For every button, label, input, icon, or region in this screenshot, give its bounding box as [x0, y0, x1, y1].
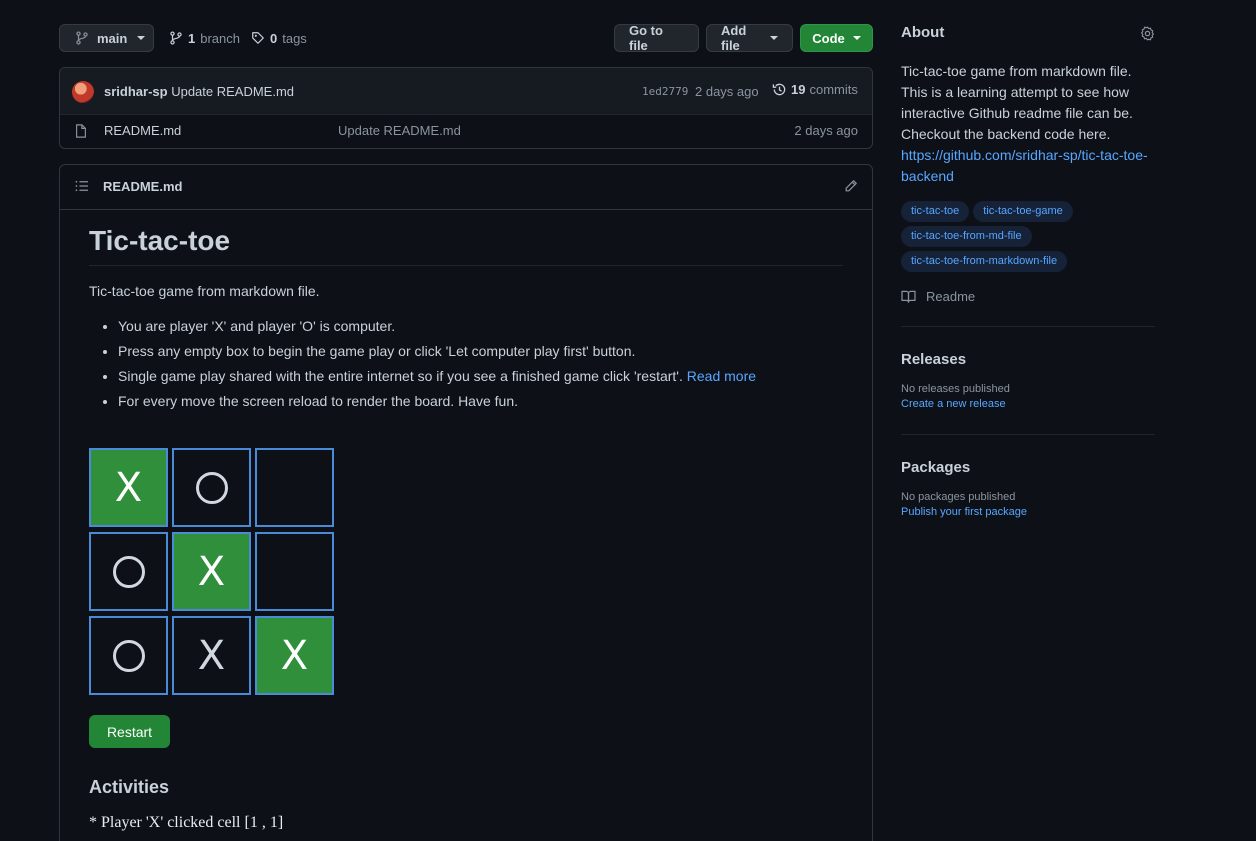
branches-count: 1	[188, 30, 196, 46]
readme-sidebar-label: Readme	[926, 289, 976, 304]
avatar[interactable]	[72, 81, 94, 103]
board-cell-0-1[interactable]	[172, 448, 251, 527]
instructions-list: You are player 'X' and player 'O' is com…	[89, 314, 843, 414]
commit-message: sridhar-sp Update README.md	[104, 84, 294, 99]
o-mark	[195, 471, 228, 504]
packages-title[interactable]: Packages	[901, 459, 1155, 476]
topic-tag[interactable]: tic-tac-toe	[901, 201, 970, 222]
git-branch-icon	[169, 31, 183, 45]
history-icon	[772, 82, 787, 97]
commit-author[interactable]: sridhar-sp	[104, 84, 168, 99]
readme-sidebar-link[interactable]: Readme	[901, 289, 1155, 304]
o-mark	[112, 555, 145, 588]
board-cell-0-2[interactable]	[255, 448, 334, 527]
about-description-text: Tic-tac-toe game from markdown file. Thi…	[901, 63, 1133, 142]
add-file-button[interactable]: Add file	[706, 23, 793, 53]
book-icon	[901, 290, 916, 303]
backend-link[interactable]: https://github.com/sridhar-sp/tic-tac-to…	[901, 145, 1155, 187]
chevron-down-icon	[852, 36, 861, 40]
commits-label: commits	[809, 82, 858, 97]
restart-button[interactable]: Restart	[89, 715, 170, 748]
read-more-link[interactable]: Read more	[687, 368, 756, 384]
board-cell-0-0[interactable]: X	[89, 448, 168, 527]
branch-name: main	[97, 30, 128, 46]
go-to-file-button[interactable]: Go to file	[614, 23, 699, 53]
commits-link[interactable]: 19 commits	[772, 82, 858, 97]
file-time: 2 days ago	[794, 123, 858, 138]
file-commit-message[interactable]: Update README.md	[338, 123, 461, 138]
commit-time: 2 days ago	[695, 84, 759, 99]
branches-label: branch	[200, 30, 240, 46]
list-item: Press any empty box to begin the game pl…	[118, 339, 843, 364]
tags-link[interactable]: 0 tags	[251, 24, 307, 52]
board-cell-1-0[interactable]	[89, 532, 168, 611]
board-cell-1-2[interactable]	[255, 532, 334, 611]
activity-item: * Player 'X' clicked cell [1 , 1]	[89, 814, 284, 831]
file-icon	[75, 124, 87, 138]
add-file-label: Add file	[721, 23, 747, 53]
commit-message-text[interactable]: Update README.md	[171, 84, 294, 99]
about-description: Tic-tac-toe game from markdown file. Thi…	[901, 61, 1155, 187]
repo-toolbar: main 1 branch 0 tags Go to file Add file…	[59, 23, 873, 53]
branches-link[interactable]: 1 branch	[169, 24, 240, 52]
list-icon[interactable]	[75, 180, 89, 192]
latest-commit-bar: sridhar-sp Update README.md 1ed2779 2 da…	[60, 68, 872, 115]
readme-filename[interactable]: README.md	[103, 179, 182, 194]
chevron-down-icon	[137, 36, 146, 40]
list-item: You are player 'X' and player 'O' is com…	[118, 314, 843, 339]
commit-hash[interactable]: 1ed2779	[642, 85, 688, 98]
tag-icon	[251, 31, 265, 45]
about-title: About	[901, 24, 945, 41]
readme-header: README.md	[60, 165, 872, 210]
commits-count: 19	[791, 82, 806, 97]
topic-tag[interactable]: tic-tac-toe-from-markdown-file	[901, 251, 1068, 272]
create-release-link[interactable]: Create a new release	[901, 398, 1155, 410]
releases-empty-text: No releases published	[901, 383, 1010, 395]
gear-icon[interactable]	[1140, 26, 1155, 41]
packages-section: Packages No packages published Publish y…	[901, 435, 1155, 542]
board-cell-1-1[interactable]: X	[172, 532, 251, 611]
board-cell-2-0[interactable]	[89, 616, 168, 695]
board-cell-2-2[interactable]: X	[255, 616, 334, 695]
git-branch-icon	[75, 31, 89, 45]
publish-package-link[interactable]: Publish your first package	[901, 506, 1155, 518]
readme-description: Tic-tac-toe game from markdown file.	[89, 283, 320, 299]
about-header: About	[901, 24, 1155, 46]
list-item: For every move the screen reload to rend…	[118, 389, 843, 414]
list-item: Single game play shared with the entire …	[118, 364, 843, 389]
code-button[interactable]: Code	[800, 24, 873, 52]
page-title: Tic-tac-toe	[89, 225, 843, 266]
branch-select-button[interactable]: main	[59, 24, 154, 52]
activities-heading: Activities	[89, 777, 170, 797]
file-row[interactable]: README.md Update README.md 2 days ago	[60, 115, 872, 148]
topics-list: tic-tac-toe tic-tac-toe-game tic-tac-toe…	[901, 201, 1141, 272]
packages-empty-text: No packages published	[901, 491, 1016, 503]
chevron-down-icon	[770, 36, 778, 40]
readme-content: Tic-tac-toe Tic-tac-toe game from markdo…	[89, 210, 843, 414]
pencil-icon[interactable]	[844, 179, 858, 193]
file-name[interactable]: README.md	[104, 123, 181, 138]
board-cell-2-1[interactable]: X	[172, 616, 251, 695]
go-to-file-label: Go to file	[629, 23, 663, 53]
topic-tag[interactable]: tic-tac-toe-game	[973, 201, 1073, 222]
list-item-text: Single game play shared with the entire …	[118, 368, 683, 384]
tags-count: 0	[270, 30, 278, 46]
file-browser: sridhar-sp Update README.md 1ed2779 2 da…	[59, 67, 873, 149]
releases-title[interactable]: Releases	[901, 351, 1155, 368]
repo-sidebar: About Tic-tac-toe game from markdown fil…	[901, 24, 1155, 542]
topic-tag[interactable]: tic-tac-toe-from-md-file	[901, 226, 1032, 247]
code-label: Code	[812, 30, 845, 46]
o-mark	[112, 639, 145, 672]
tags-label: tags	[282, 30, 307, 46]
game-board: X X X X	[89, 448, 335, 696]
releases-section: Releases No releases published Create a …	[901, 327, 1155, 434]
